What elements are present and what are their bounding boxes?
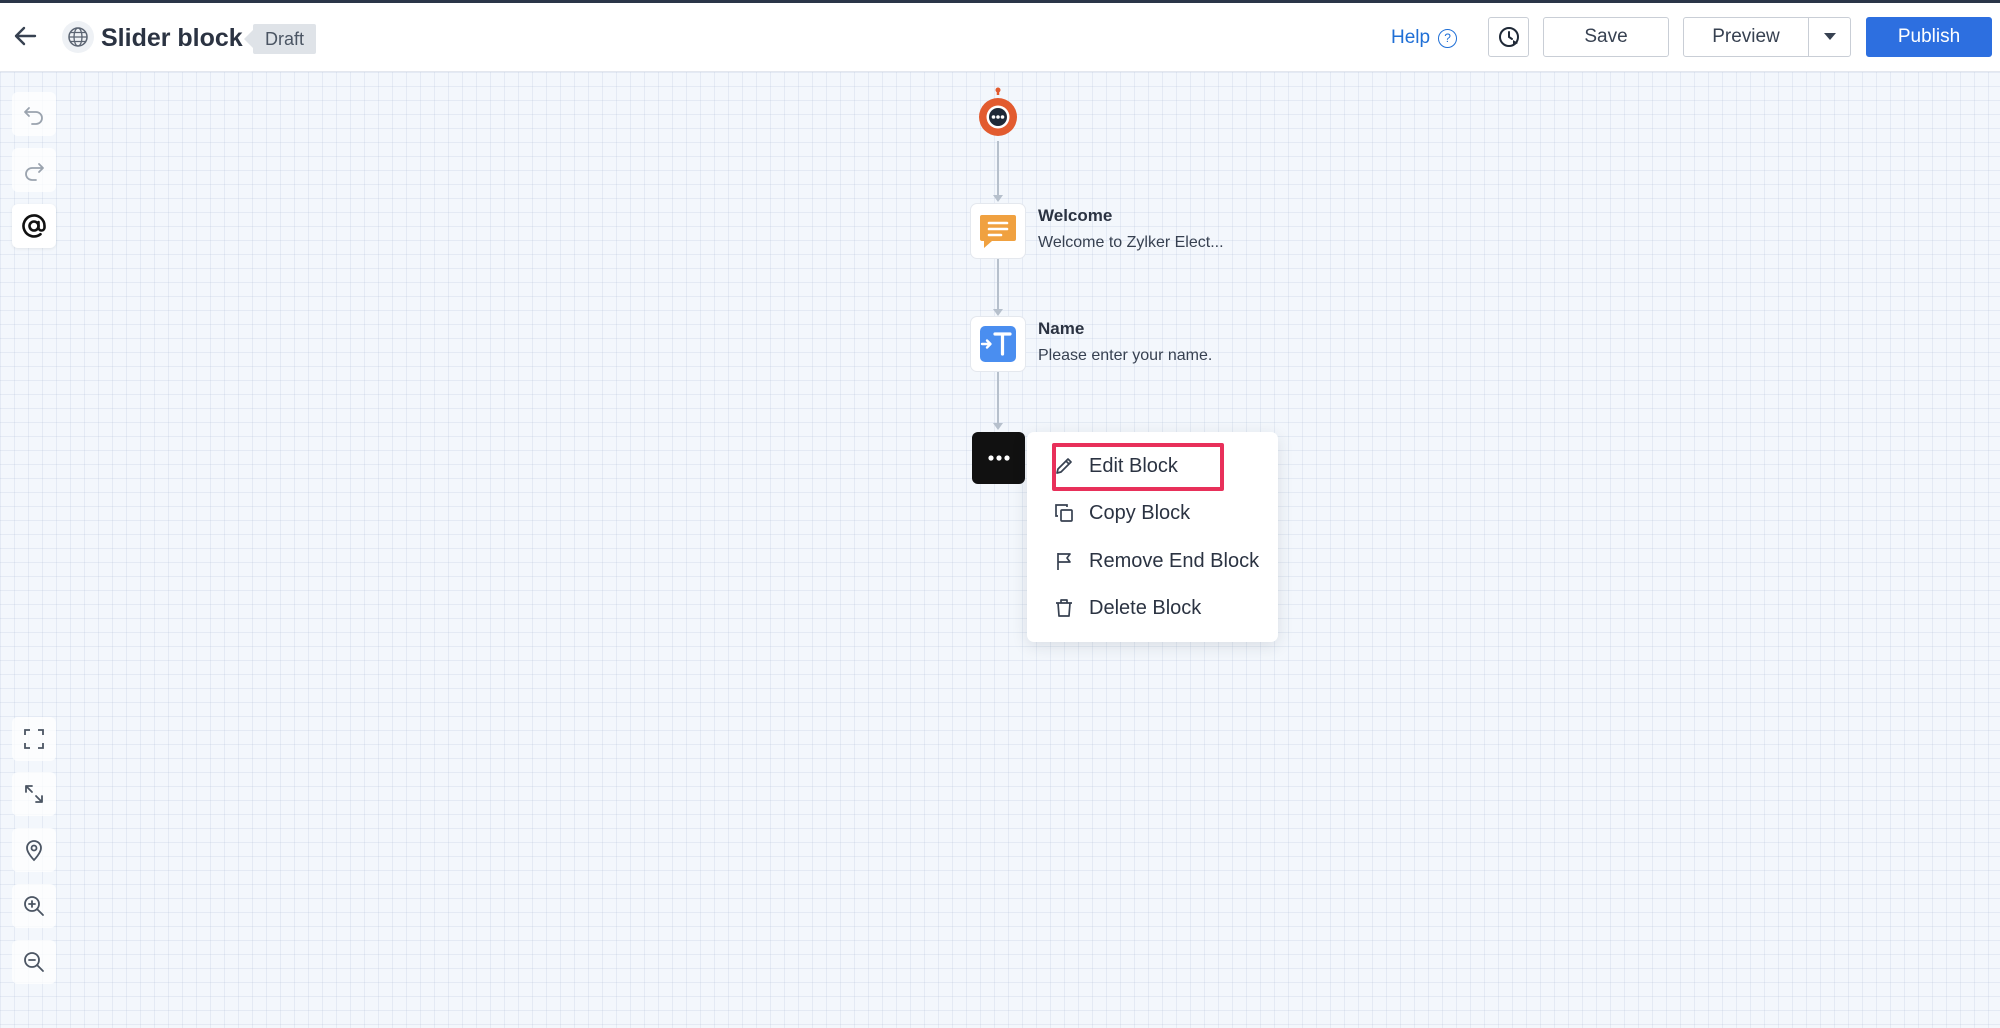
locate-icon — [26, 840, 42, 862]
node-title: Welcome — [1038, 206, 1113, 225]
connector-arrow — [993, 195, 1003, 202]
locate-button[interactable] — [12, 828, 56, 872]
node-subtitle: Welcome to Zylker Elect... — [1038, 234, 1224, 251]
status-badge: Draft — [243, 24, 317, 54]
redo-icon — [25, 163, 44, 181]
zoom-out-button[interactable] — [12, 940, 56, 984]
expand-icon — [25, 785, 43, 803]
menu-item-delete-block[interactable]: Delete Block — [1049, 588, 1269, 628]
globe-icon — [62, 21, 94, 53]
back-arrow-icon[interactable] — [10, 21, 40, 51]
menu-item-label: Remove End Block — [1089, 549, 1260, 572]
save-button[interactable]: Save — [1543, 17, 1669, 57]
mention-button[interactable] — [12, 204, 56, 248]
publish-button[interactable]: Publish — [1866, 17, 1992, 57]
header-bar: Slider block Draft Help ? Save Preview P… — [0, 3, 2000, 72]
undo-icon — [24, 107, 43, 125]
node-subtitle: Please enter your name. — [1038, 347, 1213, 364]
more-dots-icon — [987, 455, 1010, 461]
preview-button[interactable]: Preview — [1683, 17, 1809, 57]
flow-connector — [997, 258, 999, 310]
bot-avatar-icon[interactable] — [977, 87, 1019, 139]
fit-to-screen-icon — [24, 729, 44, 749]
redo-button[interactable] — [12, 148, 56, 192]
node-title: Name — [1038, 319, 1085, 338]
block-context-menu: Edit Block Copy Block Remove End Block D… — [1027, 432, 1278, 642]
menu-item-label: Copy Block — [1089, 501, 1191, 524]
menu-item-label: Edit Block — [1089, 454, 1178, 477]
connector-arrow — [993, 309, 1003, 316]
pencil-icon — [1053, 455, 1075, 477]
version-history-button[interactable] — [1488, 17, 1529, 57]
help-link[interactable]: Help ? — [1391, 27, 1458, 49]
zoom-out-icon — [24, 952, 44, 972]
flow-connector — [997, 141, 999, 196]
page-title: Slider block — [101, 24, 243, 52]
menu-item-remove-end-block[interactable]: Remove End Block — [1049, 541, 1269, 581]
trash-icon — [1053, 597, 1075, 619]
preview-dropdown-button[interactable] — [1808, 17, 1851, 57]
zoom-in-icon — [24, 896, 44, 916]
expand-button[interactable] — [12, 772, 56, 816]
question-icon: ? — [1438, 28, 1458, 48]
text-input-icon — [980, 326, 1016, 362]
menu-item-copy-block[interactable]: Copy Block — [1049, 493, 1269, 533]
zoom-in-button[interactable] — [12, 884, 56, 928]
menu-item-label: Delete Block — [1089, 596, 1202, 619]
flag-icon — [1053, 550, 1075, 572]
name-node[interactable] — [970, 316, 1026, 372]
welcome-node[interactable] — [970, 203, 1026, 259]
flow-connector — [997, 371, 999, 424]
end-block-node[interactable] — [972, 432, 1025, 484]
copy-icon — [1053, 502, 1075, 524]
fit-to-screen-button[interactable] — [12, 717, 56, 761]
history-icon — [1498, 27, 1519, 47]
connector-arrow — [993, 423, 1003, 430]
chat-message-icon — [980, 215, 1016, 248]
at-sign-icon — [22, 214, 46, 238]
help-label: Help — [1391, 27, 1431, 48]
menu-item-edit-block[interactable]: Edit Block — [1049, 446, 1269, 486]
caret-down-icon — [1823, 33, 1836, 40]
undo-button[interactable] — [12, 92, 56, 136]
